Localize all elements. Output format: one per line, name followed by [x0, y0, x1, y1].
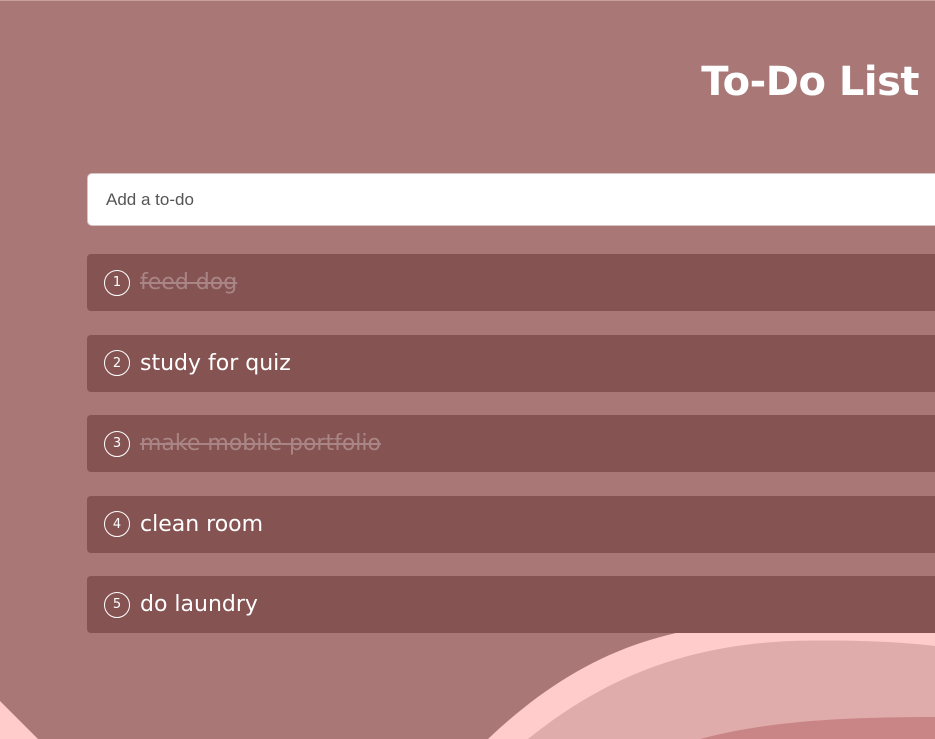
todo-item-4[interactable]: 4 clean room	[87, 495, 935, 553]
todo-item-text: study for quiz	[140, 350, 291, 376]
item-number-badge: 1	[104, 269, 130, 296]
item-number-badge: 3	[104, 430, 130, 457]
todo-item-5[interactable]: 5 do laundry	[87, 576, 935, 633]
item-number-badge: 5	[104, 591, 130, 618]
wave-corner-left	[0, 701, 38, 739]
item-number-badge: 4	[104, 511, 130, 537]
todo-item-2[interactable]: 2 study for quiz	[87, 334, 935, 392]
todo-list: 1 feed dog 2 study for quiz 3 make mobil…	[87, 254, 935, 657]
todo-item-text: do laundry	[140, 592, 258, 617]
todo-input[interactable]	[87, 173, 935, 226]
page-title: To-Do List	[701, 59, 919, 105]
todo-item-1[interactable]: 1 feed dog	[87, 254, 935, 311]
todo-item-text: clean room	[140, 511, 264, 537]
todo-item-text: make mobile portfolio	[140, 431, 381, 456]
todo-item-text: feed dog	[140, 270, 238, 295]
item-number-badge: 2	[104, 350, 130, 376]
todo-item-3[interactable]: 3 make mobile portfolio	[87, 415, 935, 472]
